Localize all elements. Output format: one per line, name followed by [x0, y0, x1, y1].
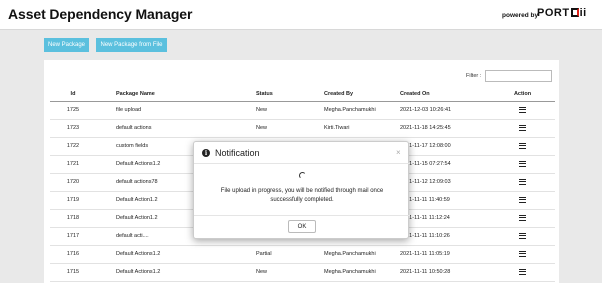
column-header-action: Action	[490, 87, 555, 102]
hamburger-menu-icon[interactable]	[519, 196, 526, 203]
brand-mark-icon	[570, 8, 579, 17]
row-created-on: 2021-11-11 11:40:59	[400, 191, 490, 210]
table-row[interactable]: 1715 Default Actions1.2 New Megha.Panchamuk…	[50, 263, 555, 282]
table-row[interactable]: 1723 default actions New Kirti.Tiwari 2021-1…	[50, 119, 555, 138]
row-id: 1719	[50, 191, 96, 210]
row-created-on: 2021-11-11 10:50:28	[400, 263, 490, 282]
hamburger-menu-icon[interactable]	[519, 178, 526, 185]
hamburger-menu-icon[interactable]	[519, 268, 526, 275]
row-id: 1725	[50, 101, 96, 120]
portii-logo: PORT ii	[537, 7, 587, 19]
row-created-by: Kirti.Tiwari	[324, 119, 400, 138]
row-created-on: 2021-11-17 12:08:00	[400, 137, 490, 156]
hamburger-menu-icon[interactable]	[519, 160, 526, 167]
row-action-cell	[490, 173, 555, 192]
row-id: 1717	[50, 227, 96, 246]
row-action-cell	[490, 263, 555, 282]
row-status: Partial	[256, 245, 324, 264]
row-action-cell	[490, 191, 555, 210]
row-created-on: 2021-11-18 14:25:45	[400, 119, 490, 138]
dialog-divider	[194, 215, 410, 216]
hamburger-menu-icon[interactable]	[519, 214, 526, 221]
close-icon[interactable]: ×	[396, 148, 401, 157]
powered-by-label: powered by	[502, 12, 539, 19]
row-id: 1720	[50, 173, 96, 192]
column-header-status[interactable]: Status	[256, 87, 324, 102]
row-package-name: default actions	[96, 119, 256, 138]
row-id: 1716	[50, 245, 96, 264]
new-package-from-file-button[interactable]: New Package from File	[96, 38, 167, 52]
row-created-on: 2021-11-11 11:12:24	[400, 209, 490, 228]
column-header-created-by[interactable]: Created By	[324, 87, 400, 102]
row-action-cell	[490, 209, 555, 228]
row-created-on: 2021-11-12 12:09:03	[400, 173, 490, 192]
row-id: 1721	[50, 155, 96, 174]
table-row[interactable]: 1716 Default Actions1.2 Partial Megha.Panch…	[50, 245, 555, 264]
table-header-row: Id Package Name Status Created By Create…	[50, 87, 555, 102]
row-status: New	[256, 119, 324, 138]
row-action-cell	[490, 137, 555, 156]
info-circle-icon: i	[202, 149, 210, 157]
table-row[interactable]: 1725 file upload New Megha.Panchamukhi 2021-…	[50, 101, 555, 120]
row-created-on: 2021-11-11 11:10:26	[400, 227, 490, 246]
row-action-cell	[490, 227, 555, 246]
row-created-by: Megha.Panchamukhi	[324, 245, 400, 264]
row-action-cell	[490, 119, 555, 138]
column-header-package-name[interactable]: Package Name	[96, 87, 256, 102]
row-action-cell	[490, 245, 555, 264]
brand-right-text: ii	[579, 7, 587, 19]
row-action-cell	[490, 155, 555, 174]
new-package-button[interactable]: New Package	[44, 38, 89, 52]
row-status: New	[256, 263, 324, 282]
hamburger-menu-icon[interactable]	[519, 124, 526, 131]
dialog-message: File upload in progress, you will be not…	[220, 188, 384, 203]
row-id: 1723	[50, 119, 96, 138]
row-package-name: file upload	[96, 101, 256, 120]
row-action-cell	[490, 101, 555, 120]
row-package-name: Default Actions1.2	[96, 263, 256, 282]
row-id: 1715	[50, 263, 96, 282]
filter-label: Filter :	[466, 73, 482, 79]
notification-dialog: i Notification × File upload in progress…	[193, 141, 410, 239]
top-bar: Asset Dependency Manager powered by PORT…	[0, 0, 602, 30]
filter-input[interactable]	[485, 70, 552, 82]
column-header-created-on[interactable]: Created On	[400, 87, 490, 102]
ok-button[interactable]: OK	[288, 220, 316, 233]
row-created-on: 2021-11-11 11:05:19	[400, 245, 490, 264]
brand-left-text: PORT	[537, 7, 570, 19]
hamburger-menu-icon[interactable]	[519, 106, 526, 113]
dialog-header: i Notification ×	[194, 142, 410, 164]
row-id: 1718	[50, 209, 96, 228]
app-title: Asset Dependency Manager	[8, 6, 193, 22]
dialog-title: Notification	[215, 148, 260, 158]
hamburger-menu-icon[interactable]	[519, 142, 526, 149]
hamburger-menu-icon[interactable]	[519, 250, 526, 257]
row-package-name: Default Actions1.2	[96, 245, 256, 264]
row-created-on: 2021-11-15 07:27:54	[400, 155, 490, 174]
row-id: 1722	[50, 137, 96, 156]
column-header-id[interactable]: Id	[50, 87, 96, 102]
row-created-by: Megha.Panchamukhi	[324, 263, 400, 282]
row-created-on: 2021-12-03 10:26:41	[400, 101, 490, 120]
hamburger-menu-icon[interactable]	[519, 232, 526, 239]
loading-spinner-icon	[299, 172, 306, 179]
row-created-by: Megha.Panchamukhi	[324, 101, 400, 120]
row-status: New	[256, 101, 324, 120]
